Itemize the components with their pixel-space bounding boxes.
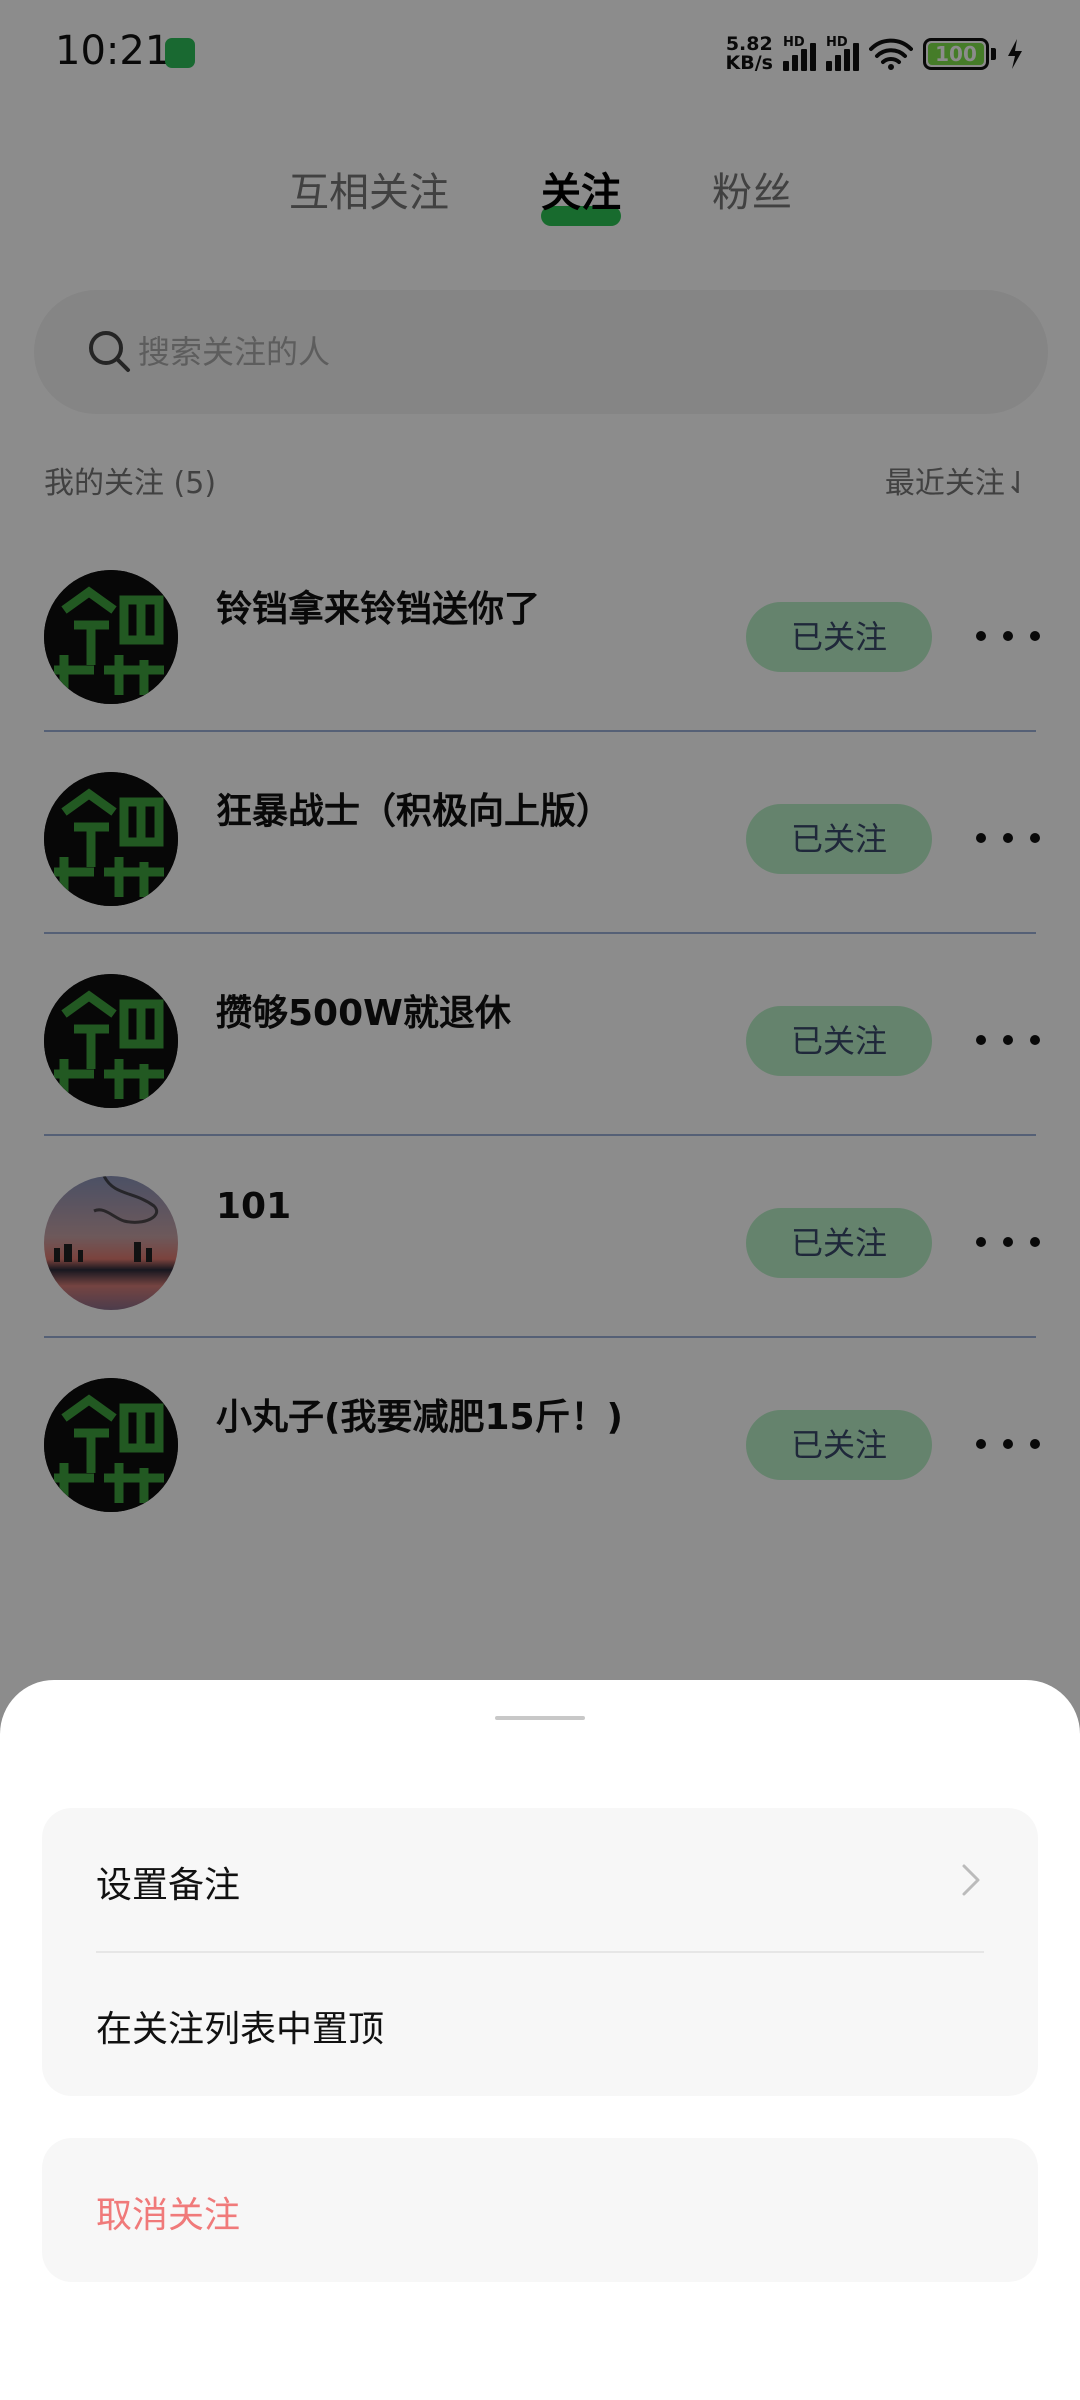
chevron-right-icon bbox=[962, 1864, 980, 1896]
set-note-option[interactable]: 设置备注 bbox=[42, 1808, 1038, 1952]
unfollow-label: 取消关注 bbox=[96, 2195, 241, 2236]
options-bottom-sheet: 设置备注 在关注列表中置顶 取消关注 bbox=[0, 1680, 1080, 2400]
following-screen: 10:21 5.82 KB/s HD HD 100 互相关注 关注 粉丝 搜索关… bbox=[0, 0, 1080, 2400]
unfollow-group: 取消关注 bbox=[42, 2138, 1038, 2282]
pin-to-top-label: 在关注列表中置顶 bbox=[96, 2009, 385, 2050]
options-group: 设置备注 在关注列表中置顶 bbox=[42, 1808, 1038, 2096]
sheet-drag-handle[interactable] bbox=[495, 1716, 585, 1720]
pin-to-top-option[interactable]: 在关注列表中置顶 bbox=[42, 1952, 1038, 2096]
set-note-label: 设置备注 bbox=[96, 1865, 241, 1906]
unfollow-option[interactable]: 取消关注 bbox=[42, 2138, 1038, 2282]
